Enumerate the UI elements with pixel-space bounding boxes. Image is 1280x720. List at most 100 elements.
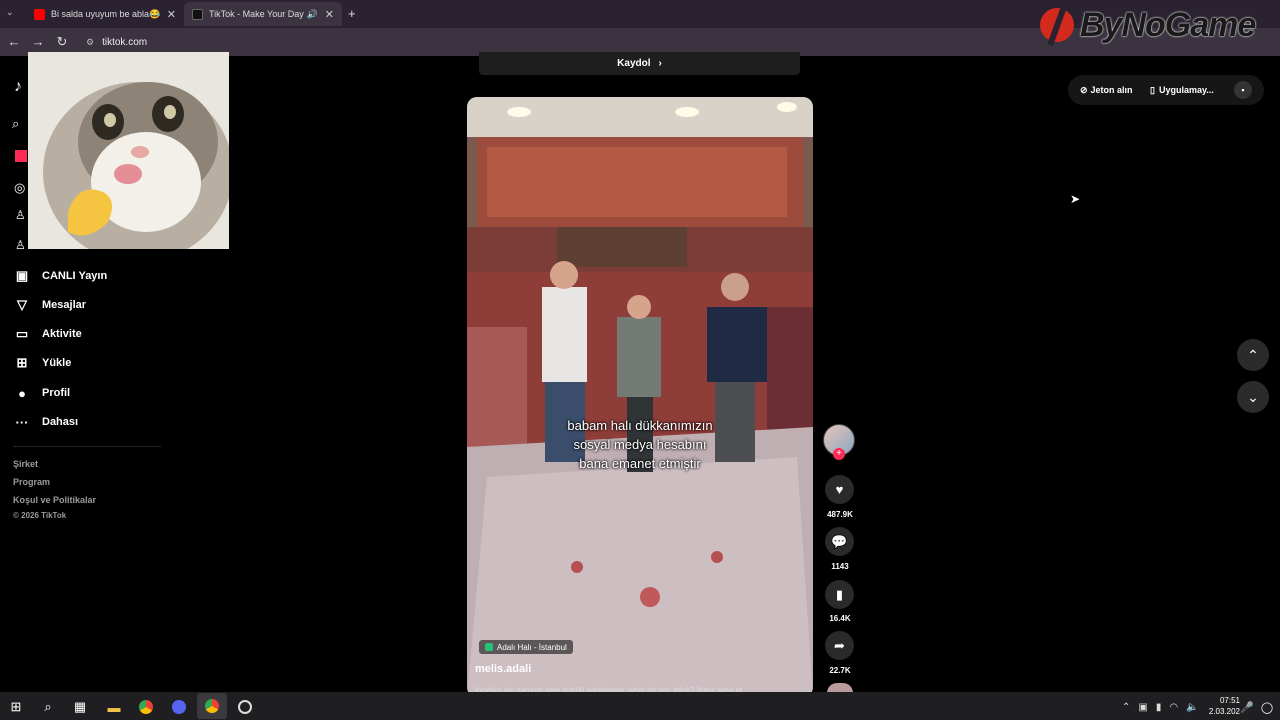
sidebar-item-label: Dahası [42, 416, 79, 428]
new-tab-icon[interactable]: + [348, 6, 356, 21]
system-tray: ⌃ ▣ ▮ ◠ 🔈 [1122, 698, 1199, 716]
clock[interactable]: 07:51 2.03.202 [1200, 695, 1240, 717]
footer-link-program[interactable]: Program [13, 477, 50, 487]
sidebar-item-label: Mesajlar [42, 299, 87, 311]
reload-icon[interactable]: ↻ [54, 34, 70, 50]
windows-start-icon[interactable]: ⊞ [7, 698, 25, 716]
comment-button[interactable]: 💬 [825, 527, 854, 556]
volume-icon[interactable]: 🔈 [1186, 702, 1198, 713]
file-explorer-icon[interactable]: ▬ [105, 698, 123, 716]
chevron-up-icon: ⌃ [1247, 346, 1259, 363]
caption-line: sosyal medya hesabını [573, 437, 707, 452]
sidebar-item-profile[interactable]: ● Profil [14, 383, 70, 403]
tab-list-icon[interactable]: ⌄ [6, 7, 14, 18]
url-text: tiktok.com [102, 36, 148, 48]
speaker-icon[interactable]: 🔊 [307, 9, 318, 20]
video-player[interactable]: babam halı dükkanımızın sosyal medya hes… [467, 97, 813, 697]
like-count: 487.9K [827, 510, 853, 519]
previous-video-button[interactable]: ⌃ [1237, 339, 1269, 371]
forward-icon[interactable]: → [30, 34, 46, 49]
sidebar-item-messages[interactable]: ▽ Mesajlar [14, 295, 86, 315]
inbox-icon[interactable]: ▪ [1234, 81, 1252, 99]
upload-icon: ⊞ [16, 355, 28, 370]
chevron-down-icon: ⌄ [1247, 388, 1259, 405]
mouse-cursor-icon: ➤ [1070, 192, 1081, 206]
sidebar-item-more[interactable]: ··· Dahası [14, 412, 79, 432]
get-app-label: Uygulamay... [1158, 85, 1214, 95]
video-frame [467, 97, 813, 697]
chevron-right-icon: › [658, 58, 662, 69]
microphone-icon[interactable]: 🎤 [1238, 698, 1256, 716]
heart-icon: ♥ [835, 482, 844, 497]
share-count: 22.7K [829, 666, 851, 675]
more-icon: ··· [15, 414, 29, 430]
activity-icon: ▭ [15, 326, 29, 341]
phone-icon: ▯ [1150, 84, 1155, 95]
bookmark-button[interactable]: ▮ [825, 580, 854, 609]
url-field[interactable]: ⚙ tiktok.com [86, 32, 1096, 52]
signup-label: Kaydol [617, 58, 651, 69]
tiktok-favicon-icon [192, 8, 203, 20]
comment-icon: 💬 [831, 533, 848, 549]
comment-count: 1143 [831, 562, 849, 571]
get-app-button[interactable]: ▯ Uygulamay... [1142, 79, 1222, 101]
back-icon[interactable]: ← [6, 34, 22, 49]
next-video-button[interactable]: ⌄ [1237, 381, 1269, 413]
clock-date: 2.03.202 [1208, 707, 1240, 716]
get-coins-label: Jeton alın [1090, 85, 1133, 95]
location-chip[interactable]: Adalı Halı - İstanbul [479, 640, 573, 654]
tab-tiktok[interactable]: TikTok - Make Your Day 🔊 ✕ [184, 2, 342, 26]
share-icon: ➦ [834, 637, 845, 653]
task-view-icon[interactable]: ▦ [71, 698, 89, 716]
chrome-active-icon[interactable] [197, 693, 227, 719]
sidebar-item-activity[interactable]: ▭ Aktivite [14, 324, 82, 344]
close-tab-icon[interactable]: ✕ [167, 8, 176, 21]
explore-icon[interactable]: ◎ [14, 180, 25, 196]
notification-icon[interactable]: ◯ [1258, 698, 1276, 716]
sidebar-item-label: Aktivite [42, 328, 82, 340]
sidebar-item-live[interactable]: ▣ CANLI Yayın [14, 266, 107, 286]
tab-youtube[interactable]: Bi salda uyuyum be abla😂 - Yo ✕ [26, 2, 184, 26]
bookmark-count: 16.4K [829, 614, 851, 623]
home-icon[interactable] [15, 150, 27, 162]
footer-link-company[interactable]: Şirket [13, 459, 38, 469]
send-icon: ▽ [17, 297, 27, 312]
friends-icon[interactable]: ♙ [15, 238, 26, 252]
site-info-icon[interactable]: ⚙ [86, 37, 94, 48]
following-icon[interactable]: ♙ [15, 208, 26, 222]
live-icon: ▣ [15, 268, 29, 283]
sidebar-item-label: CANLI Yayın [42, 270, 108, 282]
watermark-text: ByNoGame [1080, 5, 1256, 44]
copyright: © 2026 TikTok [13, 511, 67, 520]
webcam-overlay-cat [28, 52, 229, 249]
share-button[interactable]: ➦ [825, 631, 854, 660]
usb-icon[interactable]: ▮ [1156, 702, 1162, 713]
app-icon[interactable] [236, 698, 254, 716]
coin-icon: ⊘ [1080, 84, 1088, 95]
search-icon[interactable]: ⌕ [39, 698, 57, 716]
like-button[interactable]: ♥ [825, 475, 854, 504]
caption-line: babam halı dükkanımızın [567, 418, 713, 433]
profile-icon: ● [18, 385, 26, 401]
signup-button[interactable]: Kaydol › [479, 52, 800, 75]
chrome-icon[interactable] [137, 698, 155, 716]
author-username[interactable]: melis.adali [475, 663, 531, 675]
follow-plus-icon[interactable]: + [833, 448, 845, 460]
sidebar-item-label: Yükle [42, 357, 72, 369]
watermark: ByNoGame [1040, 2, 1280, 48]
close-tab-icon[interactable]: ✕ [325, 8, 334, 21]
discord-icon[interactable] [170, 698, 188, 716]
taskbar [0, 692, 1280, 720]
footer-link-terms[interactable]: Koşul ve Politikalar [13, 495, 96, 505]
caption-line: bana emanet etmiştir [579, 456, 701, 471]
tiktok-logo-icon[interactable]: ♪ [14, 78, 22, 96]
clock-time: 07:51 [1219, 696, 1240, 705]
sidebar-item-label: Profil [42, 387, 71, 399]
wifi-icon[interactable]: ◠ [1169, 702, 1178, 713]
cat-image [28, 52, 229, 249]
get-coins-button[interactable]: ⊘ Jeton alın [1072, 79, 1141, 101]
search-icon[interactable]: ⌕ [12, 116, 19, 132]
sidebar-item-upload[interactable]: ⊞ Yükle [14, 353, 72, 373]
tray-app-icon[interactable]: ▣ [1138, 702, 1147, 713]
chevron-up-icon[interactable]: ⌃ [1122, 702, 1130, 713]
